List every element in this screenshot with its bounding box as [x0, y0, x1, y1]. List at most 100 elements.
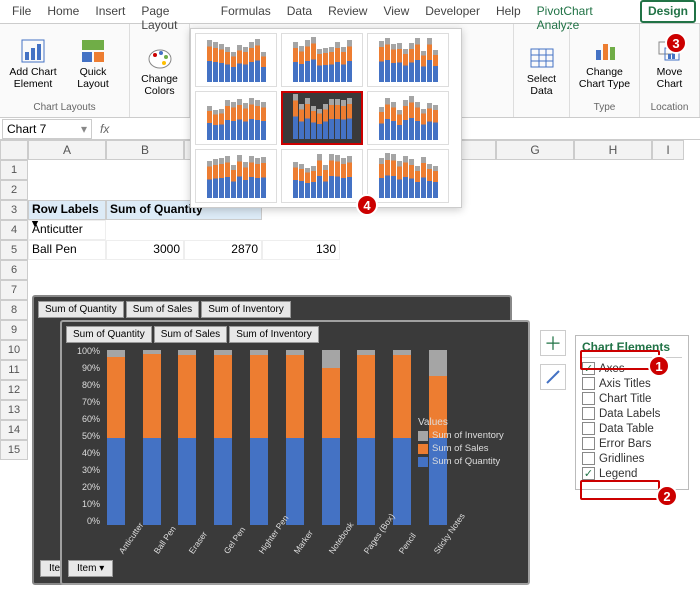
chart-element-option[interactable]: ✓Legend	[582, 466, 682, 481]
style-thumb[interactable]	[281, 91, 363, 145]
row-header[interactable]: 9	[0, 320, 28, 340]
fx-label: fx	[94, 122, 115, 136]
change-colors-button[interactable]: Change Colors	[136, 28, 183, 113]
row-header[interactable]: 4	[0, 220, 28, 240]
pivot-row-labels-header[interactable]: Row Labels ▾	[28, 200, 106, 220]
cell[interactable]: 130	[262, 240, 340, 260]
tab-help[interactable]: Help	[488, 0, 529, 23]
dropdown-icon[interactable]: ▾	[81, 122, 87, 136]
x-tick-label: Highter Pen	[256, 540, 271, 556]
tab-file[interactable]: File	[4, 0, 39, 23]
tab-pivotchart-analyze[interactable]: PivotChart Analyze	[529, 0, 640, 23]
y-axis: 0%10%20%30%40%50%60%70%80%90%100%	[66, 346, 100, 526]
bar	[322, 350, 340, 525]
row-header[interactable]: 1	[0, 160, 28, 180]
change-chart-type-button[interactable]: Change Chart Type	[576, 28, 633, 100]
quick-layout-button[interactable]: Quick Layout	[66, 28, 120, 100]
chart-elements-button[interactable]: ＋	[540, 330, 566, 356]
field-button[interactable]: Sum of Quantity	[38, 301, 124, 318]
select-data-button[interactable]: Select Data	[520, 28, 563, 113]
col-header[interactable]: H	[574, 140, 652, 160]
checkbox-icon	[582, 392, 595, 405]
row-header[interactable]: 10	[0, 340, 28, 360]
style-thumb[interactable]	[367, 149, 449, 203]
style-thumb[interactable]	[195, 149, 277, 203]
item-filter-button[interactable]: Item ▾	[68, 560, 113, 577]
checkbox-icon	[582, 407, 595, 420]
row-header[interactable]: 3	[0, 200, 28, 220]
select-all-corner[interactable]	[0, 140, 28, 160]
cell[interactable]: 3000	[106, 240, 184, 260]
col-header[interactable]: A	[28, 140, 106, 160]
tab-design[interactable]: Design	[640, 0, 696, 23]
x-tick-label: Sticky Notes	[431, 540, 446, 556]
cell[interactable]: Anticutter	[28, 220, 106, 240]
legend-swatch-icon	[418, 444, 428, 454]
col-header[interactable]: B	[106, 140, 184, 160]
tab-home[interactable]: Home	[39, 0, 87, 23]
style-thumb[interactable]	[367, 33, 449, 87]
palette-icon	[146, 44, 174, 72]
field-button[interactable]: Sum of Inventory	[201, 301, 291, 318]
bar	[214, 350, 232, 525]
quick-layout-icon	[79, 37, 107, 65]
style-thumb[interactable]	[195, 33, 277, 87]
field-button[interactable]: Sum of Quantity	[66, 326, 152, 343]
chart-styles-button[interactable]	[540, 364, 566, 390]
field-button[interactable]: Sum of Inventory	[229, 326, 319, 343]
tab-page-layout[interactable]: Page Layout	[133, 0, 212, 23]
row-header[interactable]: 5	[0, 240, 28, 260]
style-thumb[interactable]	[281, 33, 363, 87]
bar	[286, 350, 304, 525]
chart-type-icon	[591, 37, 619, 65]
bar	[357, 350, 375, 525]
y-tick-label: 100%	[66, 346, 100, 356]
col-header[interactable]: G	[496, 140, 574, 160]
chart-element-option[interactable]: Data Table	[582, 421, 682, 436]
y-tick-label: 70%	[66, 397, 100, 407]
tab-view[interactable]: View	[375, 0, 417, 23]
tab-data[interactable]: Data	[279, 0, 320, 23]
row-header[interactable]: 15	[0, 440, 28, 460]
row-header[interactable]: 13	[0, 400, 28, 420]
group-location: Location	[646, 100, 693, 113]
chart-element-option[interactable]: Data Labels	[582, 406, 682, 421]
tab-insert[interactable]: Insert	[87, 0, 133, 23]
style-thumb[interactable]	[195, 91, 277, 145]
chart-element-option[interactable]: Gridlines	[582, 451, 682, 466]
callout-1: 1	[648, 355, 670, 377]
row-header[interactable]: 8	[0, 300, 28, 320]
row-header[interactable]: 11	[0, 360, 28, 380]
style-thumb[interactable]	[281, 149, 363, 203]
callout-2: 2	[656, 485, 678, 507]
y-tick-label: 90%	[66, 363, 100, 373]
row-header[interactable]: 6	[0, 260, 28, 280]
tab-developer[interactable]: Developer	[417, 0, 488, 23]
chart-element-icon	[19, 37, 47, 65]
select-data-icon	[528, 44, 556, 72]
row-header[interactable]: 12	[0, 380, 28, 400]
checkbox-icon	[582, 422, 595, 435]
tab-review[interactable]: Review	[320, 0, 375, 23]
chart-element-option[interactable]: Error Bars	[582, 436, 682, 451]
row-header[interactable]: 7	[0, 280, 28, 300]
field-button[interactable]: Sum of Sales	[126, 301, 199, 318]
name-box[interactable]: Chart 7 ▾	[2, 119, 92, 139]
cell[interactable]: Ball Pen	[28, 240, 106, 260]
chart-element-option[interactable]: Chart Title	[582, 391, 682, 406]
y-tick-label: 20%	[66, 482, 100, 492]
chart-style-gallery[interactable]: /*9 thumbs*/	[190, 28, 462, 208]
row-header[interactable]: 2	[0, 180, 28, 200]
bar	[250, 350, 268, 525]
row-header[interactable]: 14	[0, 420, 28, 440]
col-header[interactable]: I	[652, 140, 684, 160]
add-chart-element-button[interactable]: Add Chart Element	[6, 28, 60, 100]
cell[interactable]: 2870	[184, 240, 262, 260]
x-tick-label: Notebook	[326, 540, 341, 556]
chart-element-option[interactable]: Axis Titles	[582, 376, 682, 391]
field-button[interactable]: Sum of Sales	[154, 326, 227, 343]
style-thumb[interactable]	[367, 91, 449, 145]
legend-swatch-icon	[418, 431, 428, 441]
tab-formulas[interactable]: Formulas	[213, 0, 279, 23]
pivot-chart[interactable]: Sum of Quantity Sum of Sales Sum of Inve…	[60, 320, 530, 585]
